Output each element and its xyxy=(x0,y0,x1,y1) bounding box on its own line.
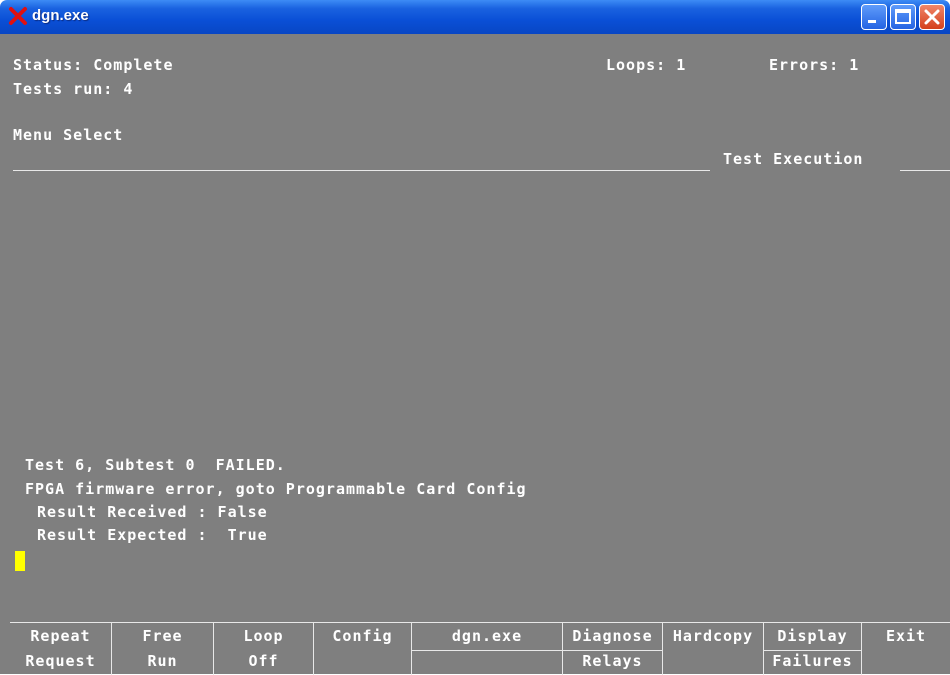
fkey-label: dgn.exe xyxy=(451,627,523,645)
fkey-label: Failures xyxy=(772,652,853,670)
fkey-divider xyxy=(563,650,662,651)
tests-run-counter: Tests run: 4 xyxy=(13,80,134,98)
fkey-label: Request xyxy=(25,652,96,670)
fkey-label: Hardcopy xyxy=(672,627,754,645)
fkey-label: Repeat xyxy=(30,627,91,645)
fkey-config[interactable]: Config xyxy=(314,623,412,675)
title-bar[interactable]: dgn.exe xyxy=(0,0,950,34)
fkey-label: Free xyxy=(142,627,183,645)
fkey-repeat-request[interactable]: Repeat Request xyxy=(10,623,112,675)
status-text: Status: Complete xyxy=(13,56,174,74)
terminal-screen: Status: Complete Loops: 1 Errors: 1 Test… xyxy=(0,34,950,675)
fkey-dgn-exe[interactable]: dgn.exe xyxy=(412,623,563,675)
output-line-expected: Result Expected : True xyxy=(37,526,268,544)
fkey-label: Relays xyxy=(582,652,643,670)
minimize-button[interactable] xyxy=(861,4,887,30)
section-title: Test Execution xyxy=(723,150,864,168)
close-button[interactable] xyxy=(919,4,945,30)
menu-title: Menu Select xyxy=(13,126,124,144)
app-window: dgn.exe Status: Complete Loops: 1 Errors… xyxy=(0,0,950,675)
loops-counter: Loops: 1 xyxy=(606,56,687,74)
fkey-free-run[interactable]: Free Run xyxy=(112,623,214,675)
fkey-divider xyxy=(412,650,562,651)
fkey-label: Off xyxy=(248,652,279,670)
fkey-label: Display xyxy=(777,627,848,645)
fkey-label: Exit xyxy=(885,627,927,645)
red-x-icon xyxy=(9,7,27,25)
fkey-loop-off[interactable]: Loop Off xyxy=(214,623,314,675)
output-line-test-result: Test 6, Subtest 0 FAILED. xyxy=(25,456,286,474)
text-cursor xyxy=(15,551,25,571)
fkey-label: Diagnose xyxy=(572,627,653,645)
maximize-button[interactable] xyxy=(890,4,916,30)
window-title: dgn.exe xyxy=(32,7,89,24)
fkey-label: Loop xyxy=(243,627,284,645)
fkey-diagnose-relays[interactable]: Diagnose Relays xyxy=(563,623,663,675)
output-line-error: FPGA firmware error, goto Programmable C… xyxy=(25,480,527,498)
function-key-bar: Repeat Request Free Run Loop Off Config … xyxy=(10,622,950,675)
header-divider-left xyxy=(13,170,710,171)
header-divider-right xyxy=(900,170,950,171)
minimize-icon xyxy=(868,20,876,23)
fkey-exit[interactable]: Exit xyxy=(862,623,950,675)
errors-counter: Errors: 1 xyxy=(769,56,860,74)
maximize-icon xyxy=(895,9,911,24)
fkey-label: Run xyxy=(147,652,178,670)
fkey-divider xyxy=(764,650,861,651)
fkey-label: Config xyxy=(332,627,393,645)
fkey-hardcopy[interactable]: Hardcopy xyxy=(663,623,764,675)
close-icon xyxy=(924,9,940,25)
output-line-received: Result Received : False xyxy=(37,503,268,521)
fkey-display-failures[interactable]: Display Failures xyxy=(764,623,862,675)
